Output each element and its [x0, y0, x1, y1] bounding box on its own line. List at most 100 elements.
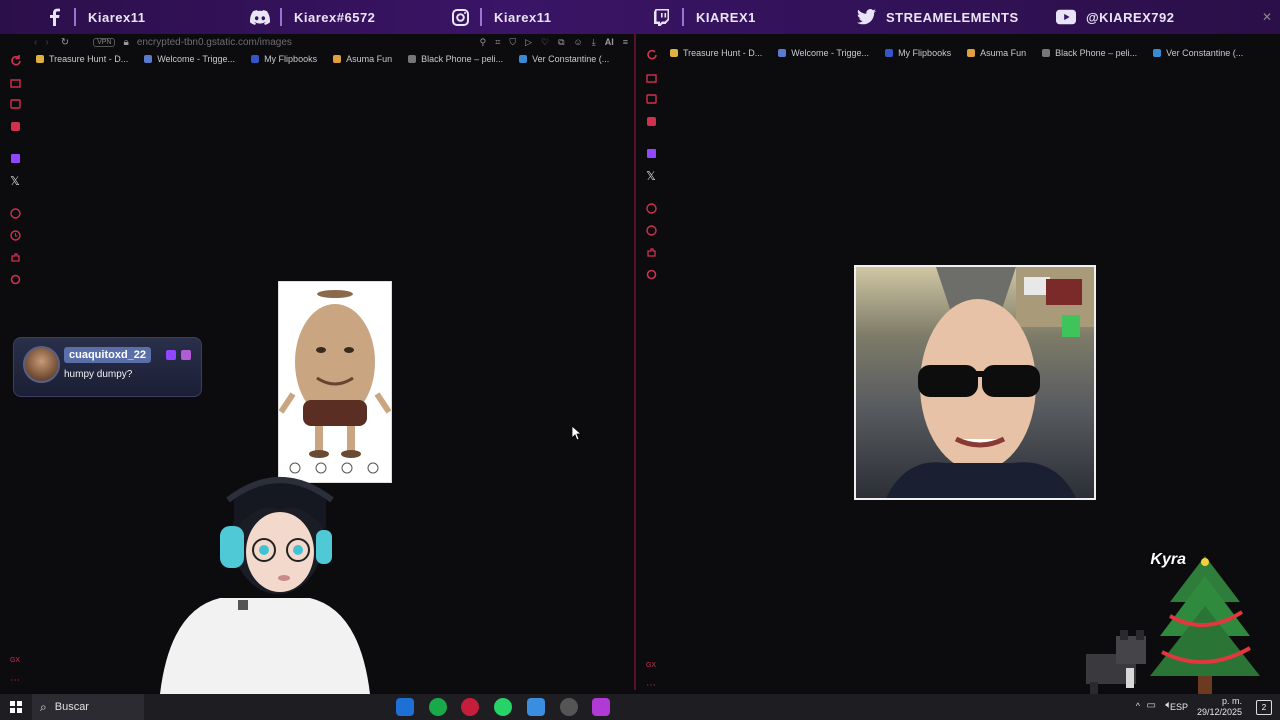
settings-icon[interactable] — [9, 273, 21, 285]
notification-icon[interactable]: 2 — [1256, 700, 1272, 715]
bookmark-item[interactable]: Treasure Hunt - D... — [36, 54, 128, 64]
search-icon: ⌕ — [40, 699, 47, 714]
start-icon[interactable] — [10, 701, 22, 713]
profile-icon[interactable]: ☺ — [574, 37, 583, 47]
pin-icon[interactable]: ⚲ — [480, 37, 487, 48]
bookmark-favicon-icon — [1153, 49, 1162, 57]
close-icon[interactable]: ✕ — [1262, 10, 1272, 24]
system-clock[interactable]: p. m. 29/12/2025 — [1197, 696, 1242, 718]
whatsapp-app-icon[interactable] — [494, 698, 512, 716]
download-icon[interactable]: ⤓ — [592, 37, 596, 48]
obs-app-icon[interactable] — [560, 698, 578, 716]
app-icon[interactable] — [592, 698, 610, 716]
history-icon[interactable] — [9, 229, 21, 241]
more-icon[interactable]: ⋯ — [645, 679, 657, 691]
separator — [480, 8, 482, 26]
bookmark-favicon-icon — [778, 49, 787, 57]
chat-message-text: humpy dumpy? — [64, 369, 133, 380]
heart-icon[interactable]: ♡ — [541, 37, 549, 48]
twitch-badge-icon — [166, 350, 176, 360]
clock-date: 29/12/2025 — [1196, 707, 1242, 717]
play-icon[interactable] — [9, 207, 21, 219]
bookmark-item[interactable]: My Flipbooks — [885, 48, 951, 58]
bookmark-favicon-icon — [967, 49, 976, 57]
forward-icon[interactable]: › — [45, 37, 48, 48]
send-icon[interactable]: ▷ — [525, 37, 532, 48]
bag-icon[interactable] — [9, 76, 21, 88]
back-icon[interactable]: ‹ — [34, 37, 37, 48]
opera-gx-app-icon[interactable] — [461, 698, 479, 716]
bookmark-item[interactable]: Welcome - Trigge... — [144, 54, 235, 64]
separator — [682, 8, 684, 26]
twitch-link[interactable]: KIAREX1 — [652, 0, 756, 34]
reload-icon[interactable] — [9, 54, 21, 66]
taskbar-search[interactable]: ⌕ Buscar — [32, 694, 144, 720]
x-icon[interactable]: 𝕏 — [645, 169, 657, 183]
browser-toolbar: ⚲ ⌗ ⛉ ▷ ♡ ⧉ ☺ ⤓ AI ≡ — [480, 34, 628, 50]
reload-icon[interactable] — [645, 48, 657, 60]
selfie-illustration — [886, 267, 1094, 498]
subscriber-badge-icon — [181, 350, 191, 360]
history-icon[interactable] — [645, 224, 657, 236]
windows-taskbar: ⌕ Buscar ^ ▭ 🔈︎ ESP p. m. 29/12/2025 2 — [0, 694, 1280, 720]
play-icon[interactable] — [645, 202, 657, 214]
chat-icon[interactable] — [645, 93, 657, 105]
facebook-link[interactable]: Kiarex11 — [44, 0, 146, 34]
discord-link[interactable]: Kiarex#6572 — [250, 0, 375, 34]
egg-character-image[interactable] — [278, 281, 392, 483]
separator — [74, 8, 76, 26]
vtuber-avatar — [150, 460, 380, 694]
crop-icon[interactable]: ⌗ — [495, 37, 500, 48]
twitch-handle: KIAREX1 — [696, 9, 756, 25]
chat-message-card: cuaquitoxd_22 humpy dumpy? — [13, 337, 202, 397]
menu-icon[interactable]: ≡ — [623, 37, 628, 47]
bookmark-item[interactable]: Asuma Fun — [967, 48, 1026, 58]
discord-icon — [250, 7, 270, 27]
puzzle-icon[interactable]: ⧉ — [558, 37, 564, 48]
vtuber-illustration — [160, 477, 370, 694]
twitch-sidebar-icon[interactable] — [9, 152, 21, 164]
ai-button[interactable]: AI — [605, 37, 614, 47]
settings-icon[interactable] — [645, 268, 657, 280]
extensions-icon[interactable] — [645, 246, 657, 258]
language-indicator[interactable]: ESP — [1170, 702, 1188, 712]
extensions-icon[interactable] — [9, 251, 21, 263]
bookmark-item[interactable]: Ver Constantine (... — [1153, 48, 1243, 58]
bookmark-item[interactable]: Treasure Hunt - D... — [670, 48, 762, 58]
url-text[interactable]: encrypted-tbn0.gstatic.com/images — [137, 37, 292, 48]
bag-icon[interactable] — [645, 71, 657, 83]
bookmark-favicon-icon — [670, 49, 678, 57]
gx-icon[interactable]: GX — [645, 659, 657, 671]
bookmark-item[interactable]: Ver Constantine (... — [519, 54, 609, 64]
bookmark-favicon-icon — [36, 55, 44, 63]
messenger-icon[interactable] — [645, 115, 657, 127]
shield-icon[interactable]: ⛉ — [509, 37, 516, 48]
twitter-link[interactable]: STREAMELEMENTS — [856, 0, 1019, 34]
x-icon[interactable]: 𝕏 — [9, 174, 21, 188]
phone-app-icon[interactable] — [429, 698, 447, 716]
chat-icon[interactable] — [9, 98, 21, 110]
messenger-icon[interactable] — [9, 120, 21, 132]
bookmark-item[interactable]: Welcome - Trigge... — [778, 48, 869, 58]
tray-chevron-icon[interactable]: ^ — [1136, 701, 1140, 711]
bookmark-favicon-icon — [1042, 49, 1051, 57]
pixel-dog-sticker — [1076, 628, 1156, 694]
avatar — [23, 346, 60, 383]
bookmark-item[interactable]: Black Phone – peli... — [408, 54, 503, 64]
youtube-link[interactable]: @KIAREX792 — [1056, 0, 1174, 34]
bookmark-item[interactable]: Black Phone – peli... — [1042, 48, 1137, 58]
bald-selfie-image[interactable] — [854, 265, 1096, 500]
more-icon[interactable]: ⋯ — [9, 674, 21, 686]
vpn-badge[interactable]: VPN — [93, 37, 116, 47]
mail-app-icon[interactable] — [396, 698, 414, 716]
vtube-app-icon[interactable] — [527, 698, 545, 716]
gx-icon[interactable]: GX — [9, 654, 21, 666]
bookmark-item[interactable]: Asuma Fun — [333, 54, 392, 64]
bookmark-item[interactable]: My Flipbooks — [251, 54, 317, 64]
refresh-icon[interactable]: ↻ — [61, 37, 69, 48]
browser-sidebar: 𝕏 GX ⋯ — [636, 34, 666, 691]
network-icon[interactable]: ▭ — [1147, 700, 1156, 711]
instagram-link[interactable]: Kiarex11 — [450, 0, 552, 34]
youtube-icon — [1056, 7, 1076, 27]
twitch-sidebar-icon[interactable] — [645, 147, 657, 159]
